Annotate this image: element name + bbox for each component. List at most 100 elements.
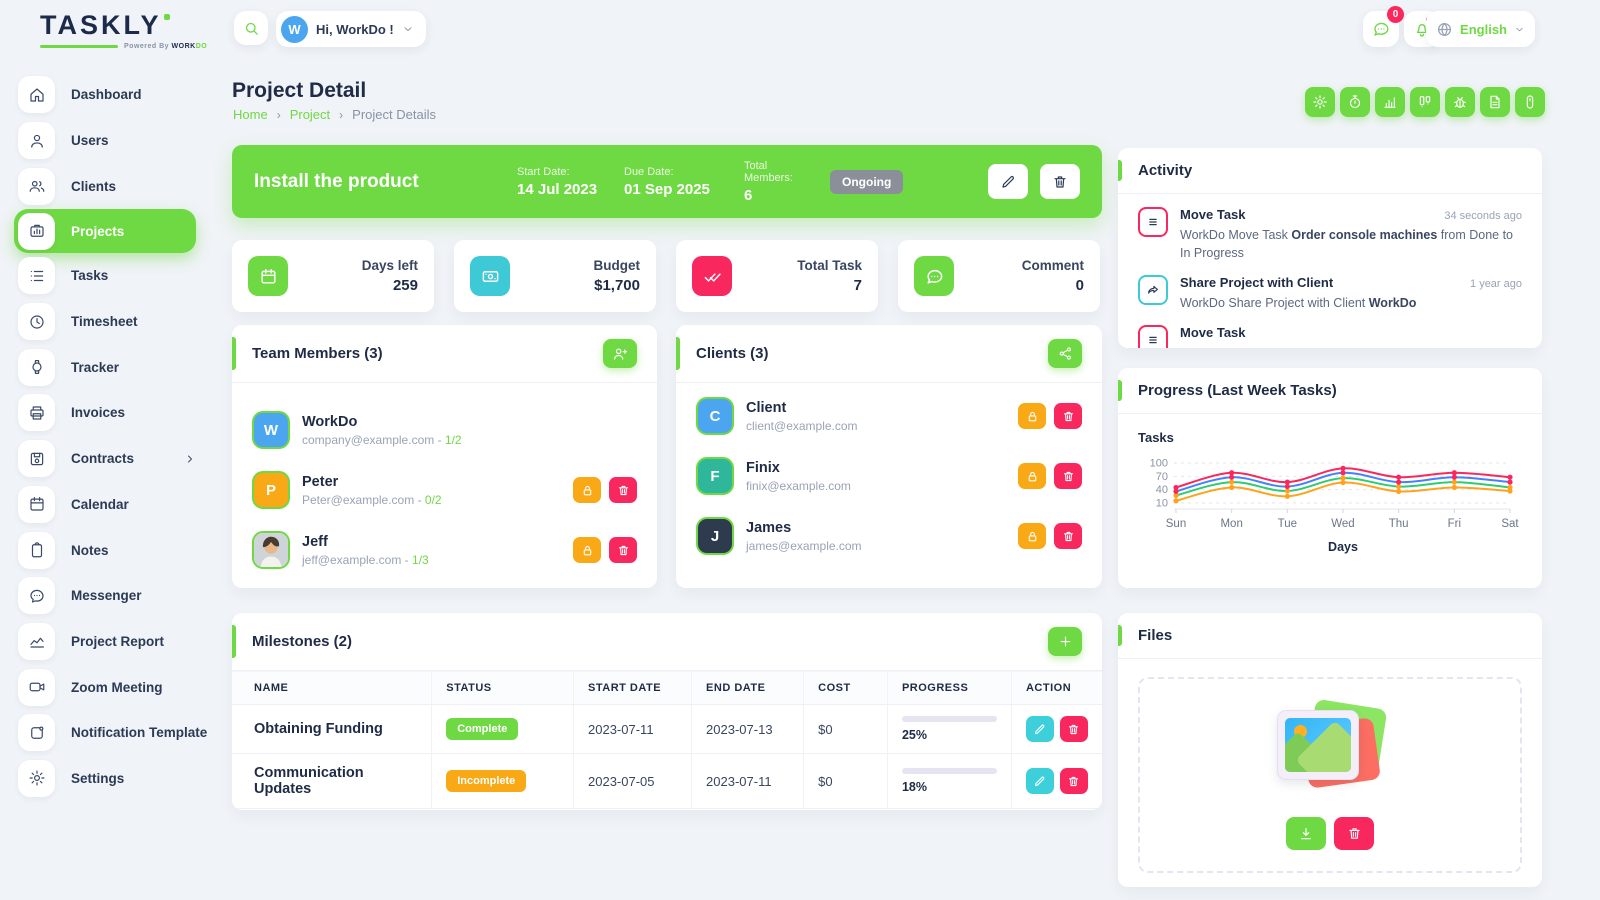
edit-project-button[interactable] bbox=[988, 164, 1028, 199]
total-members-value: 6 bbox=[744, 186, 753, 204]
sidebar-item-messenger[interactable]: Messenger bbox=[14, 573, 220, 619]
sidebar-item-calendar[interactable]: Calendar bbox=[14, 482, 220, 528]
language-selector[interactable]: English bbox=[1426, 11, 1535, 47]
column-header: NAME bbox=[232, 671, 432, 705]
delete-file-button[interactable] bbox=[1334, 817, 1374, 850]
sidebar-item-notes[interactable]: Notes bbox=[14, 527, 220, 573]
delete-button[interactable] bbox=[609, 477, 637, 503]
milestone-start-date: 2023-07-11 bbox=[573, 704, 692, 754]
file-dropzone[interactable] bbox=[1138, 677, 1522, 873]
stopwatch-toolbar-button[interactable] bbox=[1340, 87, 1370, 117]
milestone-status-badge: Incomplete bbox=[446, 770, 527, 792]
template-icon bbox=[18, 714, 55, 752]
sidebar-item-project-report[interactable]: Project Report bbox=[14, 619, 220, 665]
bar-chart-toolbar-button[interactable] bbox=[1375, 87, 1405, 117]
download-file-button[interactable] bbox=[1286, 817, 1326, 850]
avatar: C bbox=[696, 397, 734, 435]
gear-toolbar-button[interactable] bbox=[1305, 87, 1335, 117]
sidebar-item-timesheet[interactable]: Timesheet bbox=[14, 299, 220, 345]
progress-percent: 18% bbox=[901, 780, 927, 794]
delete-button[interactable] bbox=[1054, 403, 1082, 429]
delete-project-button[interactable] bbox=[1040, 164, 1080, 199]
lock-button[interactable] bbox=[1018, 523, 1046, 549]
activity-item: Share Project with Client 1 year ago WorkD… bbox=[1138, 275, 1522, 312]
search-button[interactable] bbox=[234, 11, 268, 45]
column-header: ACTION bbox=[1010, 671, 1102, 705]
breadcrumb-home[interactable]: Home bbox=[233, 107, 268, 122]
activity-title-text: Move Task bbox=[1180, 207, 1246, 222]
lock-button[interactable] bbox=[573, 537, 601, 563]
person-name: Client bbox=[746, 399, 787, 416]
calendar-icon bbox=[248, 256, 288, 296]
bug-toolbar-button[interactable] bbox=[1445, 87, 1475, 117]
sidebar-item-label: Notes bbox=[71, 542, 109, 558]
sidebar-item-zoom-meeting[interactable]: Zoom Meeting bbox=[14, 664, 220, 710]
sidebar-item-clients[interactable]: Clients bbox=[14, 163, 220, 209]
delete-button[interactable] bbox=[609, 537, 637, 563]
sidebar-item-users[interactable]: Users bbox=[14, 118, 220, 164]
milestones-table: NAME STATUS START DATE END DATE COST PROGRESS… bbox=[232, 671, 1102, 809]
lock-button[interactable] bbox=[1018, 463, 1046, 489]
file-image-thumbnail bbox=[1265, 698, 1395, 805]
delete-milestone-button[interactable] bbox=[1059, 716, 1088, 742]
lock-button[interactable] bbox=[1018, 403, 1046, 429]
delete-button[interactable] bbox=[1054, 463, 1082, 489]
contract-icon bbox=[18, 440, 55, 478]
project-toolbar bbox=[1305, 87, 1545, 117]
stat-value: 0 bbox=[1075, 277, 1084, 294]
bug-icon bbox=[1452, 94, 1468, 110]
avatar: J bbox=[696, 517, 734, 555]
delete-button[interactable] bbox=[1054, 523, 1082, 549]
svg-text:40: 40 bbox=[1156, 484, 1168, 496]
column-header: PROGRESS bbox=[886, 671, 1012, 705]
sidebar-item-contracts[interactable]: Contracts bbox=[14, 436, 220, 482]
printer-icon bbox=[18, 394, 55, 432]
stat-value: 259 bbox=[392, 277, 418, 294]
sidebar-item-settings[interactable]: Settings bbox=[14, 756, 220, 802]
breadcrumb-project[interactable]: Project bbox=[290, 107, 330, 122]
sidebar-item-tracker[interactable]: Tracker bbox=[14, 344, 220, 390]
stat-card-comment: Comment 0 bbox=[898, 240, 1100, 312]
app-logo[interactable]: TASK LY Powered By WORKDO bbox=[40, 12, 207, 50]
progress-percent: 25% bbox=[901, 728, 927, 742]
svg-text:10: 10 bbox=[1156, 498, 1168, 510]
sidebar-item-projects[interactable]: Projects bbox=[14, 209, 196, 254]
mouse-toolbar-button[interactable] bbox=[1515, 87, 1545, 117]
sidebar-item-notification-template[interactable]: Notification Template bbox=[14, 710, 220, 756]
svg-text:Sun: Sun bbox=[1166, 518, 1186, 530]
sidebar-item-tasks[interactable]: Tasks bbox=[14, 253, 220, 299]
project-name: Install the product bbox=[254, 170, 419, 192]
delete-milestone-button[interactable] bbox=[1059, 768, 1088, 794]
messages-button[interactable]: 0 bbox=[1363, 6, 1404, 47]
share-icon bbox=[1058, 346, 1073, 361]
double-check-icon bbox=[692, 256, 732, 296]
pencil-icon bbox=[1033, 775, 1046, 788]
lock-icon bbox=[1026, 410, 1039, 423]
edit-milestone-button[interactable] bbox=[1025, 768, 1054, 794]
lock-button[interactable] bbox=[573, 477, 601, 503]
user-menu[interactable]: W Hi, WorkDo ! bbox=[276, 11, 426, 47]
notes-icon bbox=[18, 531, 55, 569]
share-client-button[interactable] bbox=[1048, 339, 1082, 368]
clients-title: Clients (3) bbox=[696, 345, 769, 362]
stat-value: 7 bbox=[853, 277, 862, 294]
language-label: English bbox=[1460, 21, 1507, 37]
status-badge: Ongoing bbox=[830, 169, 904, 194]
milestone-name: Obtaining Funding bbox=[232, 704, 432, 754]
trash-icon bbox=[1062, 410, 1075, 423]
sidebar-item-invoices[interactable]: Invoices bbox=[14, 390, 220, 436]
file-toolbar-button[interactable] bbox=[1480, 87, 1510, 117]
kanban-toolbar-button[interactable] bbox=[1410, 87, 1440, 117]
file-icon bbox=[1487, 94, 1503, 110]
clients-icon bbox=[18, 167, 55, 205]
stat-label: Budget bbox=[593, 258, 641, 273]
add-milestone-button[interactable] bbox=[1048, 627, 1082, 656]
progress-bar bbox=[901, 768, 997, 774]
add-member-button[interactable] bbox=[603, 339, 637, 368]
progress-title: Progress (Last Week Tasks) bbox=[1138, 382, 1337, 399]
activity-time: 1 year ago bbox=[1470, 278, 1522, 291]
sidebar-item-dashboard[interactable]: Dashboard bbox=[14, 72, 220, 118]
edit-milestone-button[interactable] bbox=[1025, 716, 1054, 742]
activity-item: Move Task bbox=[1138, 325, 1522, 348]
share-arrow-icon bbox=[1138, 275, 1168, 306]
